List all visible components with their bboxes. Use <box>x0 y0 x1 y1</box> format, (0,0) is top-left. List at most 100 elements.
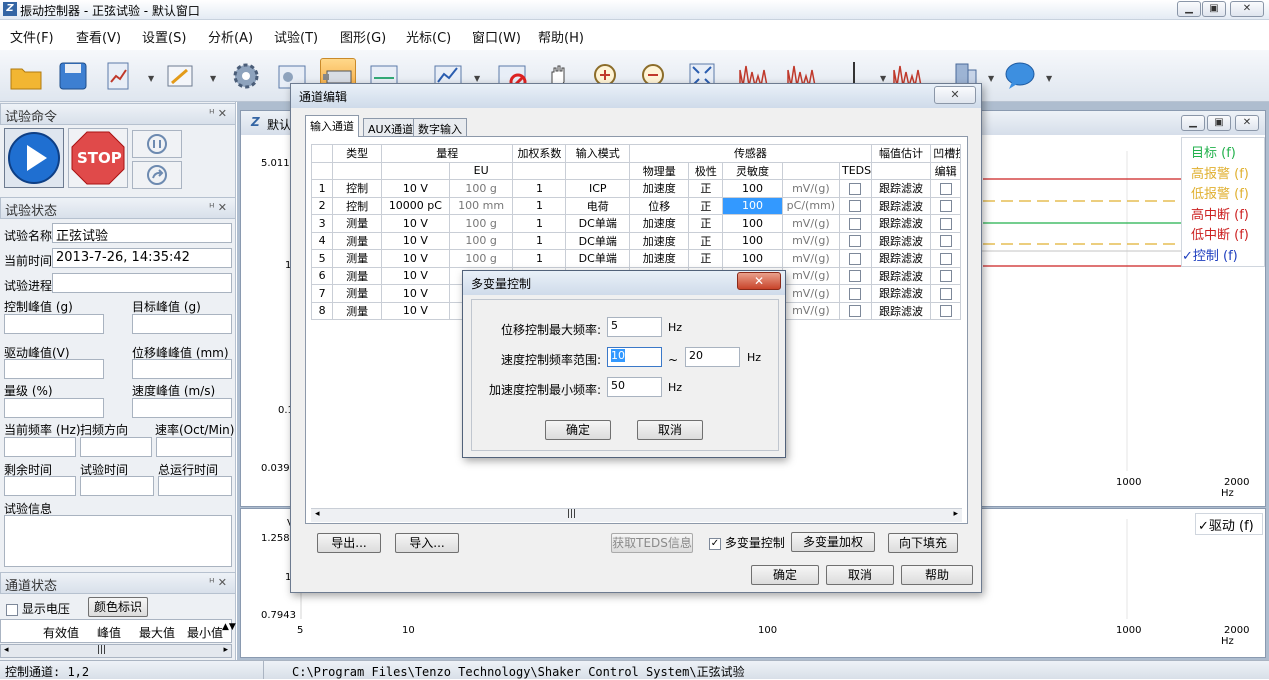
vel-from-input[interactable]: 10 <box>607 347 662 367</box>
menu-settings[interactable]: 设置(S) <box>142 27 186 46</box>
channel-cancel-button[interactable]: 取消 <box>826 565 894 585</box>
minimize-button[interactable]: ▁ <box>1177 1 1201 17</box>
checkbox[interactable] <box>939 235 952 248</box>
chevron-down-icon[interactable]: ▼ <box>210 74 216 83</box>
table-cell[interactable]: 10 V <box>380 179 450 198</box>
chevron-down-icon[interactable]: ▼ <box>880 74 886 83</box>
table-row[interactable]: 5 测量 10 V 100 g 1 DC单端 加速度正 100 mV/(g) 跟踪滤波 <box>310 249 961 268</box>
table-cell[interactable]: 100 <box>722 249 783 268</box>
legend-target[interactable]: 目标 (f) <box>1191 142 1236 161</box>
import-button[interactable]: 导入... <box>395 533 459 553</box>
table-cell[interactable]: 100 <box>722 196 783 215</box>
table-cell[interactable]: mV/(g) <box>781 284 840 303</box>
table-cell[interactable]: 2 <box>310 196 334 215</box>
table-cell[interactable]: 100 g <box>448 231 514 250</box>
chevron-down-icon[interactable]: ▼ <box>988 74 994 83</box>
teds-checkbox[interactable] <box>838 179 872 198</box>
legend-high-alarm[interactable]: 高报警 (f) <box>1191 163 1249 182</box>
scroll-arrow-icon[interactable]: ▲▼ <box>222 622 236 632</box>
table-cell[interactable]: 10 V <box>380 266 450 285</box>
table-cell[interactable]: 7 <box>310 284 334 303</box>
table-cell[interactable]: 跟踪滤波 <box>870 214 932 233</box>
table-cell[interactable]: DC单端 <box>565 231 631 250</box>
teds-checkbox[interactable] <box>930 301 961 320</box>
teds-checkbox[interactable] <box>930 284 961 303</box>
table-cell[interactable]: 100 <box>722 231 783 250</box>
table-cell[interactable]: mV/(g) <box>781 231 840 250</box>
table-cell[interactable]: 跟踪滤波 <box>870 266 932 285</box>
table-cell[interactable]: 电荷 <box>565 196 631 215</box>
table-cell[interactable]: 10000 pC <box>380 196 450 215</box>
table-cell[interactable]: 跟踪滤波 <box>870 196 932 215</box>
multivar-ok-button[interactable]: 确定 <box>545 420 611 440</box>
table-cell[interactable]: 测量 <box>332 301 382 320</box>
table-cell[interactable]: 100 g <box>448 249 514 268</box>
multivar-close-button[interactable]: ✕ <box>737 272 781 290</box>
menu-analysis[interactable]: 分析(A) <box>208 27 253 46</box>
chevron-down-icon[interactable]: ▼ <box>148 74 154 83</box>
table-cell[interactable]: 控制 <box>332 196 382 215</box>
legend-drive[interactable]: ✓驱动 (f) <box>1198 515 1254 534</box>
menu-help[interactable]: 帮助(H) <box>538 27 584 46</box>
chat-bubble-icon[interactable] <box>1002 58 1038 94</box>
table-cell[interactable]: 100 <box>722 214 783 233</box>
table-cell[interactable]: 3 <box>310 214 334 233</box>
multivar-checkbox[interactable]: ✓ 多变量控制 <box>709 534 785 551</box>
table-cell[interactable]: 加速度 <box>629 214 690 233</box>
table-cell[interactable]: mV/(g) <box>781 179 840 198</box>
table-cell[interactable]: 测量 <box>332 249 382 268</box>
checkbox[interactable] <box>849 200 862 213</box>
channel-ok-button[interactable]: 确定 <box>751 565 819 585</box>
teds-checkbox[interactable] <box>930 231 961 250</box>
channel-edit-close-button[interactable]: ✕ <box>934 86 976 104</box>
table-cell[interactable]: 加速度 <box>629 231 690 250</box>
table-cell[interactable]: 6 <box>310 266 334 285</box>
teds-checkbox[interactable] <box>838 249 872 268</box>
checkbox[interactable] <box>849 235 862 248</box>
table-cell[interactable]: 正 <box>688 249 724 268</box>
fill-down-button[interactable]: 向下填充 <box>888 533 958 553</box>
get-teds-button[interactable]: 获取TEDS信息 <box>611 533 693 553</box>
table-cell[interactable]: 100 g <box>448 214 514 233</box>
export-button[interactable]: 导出... <box>317 533 381 553</box>
pause-button[interactable] <box>132 130 182 158</box>
checkbox[interactable] <box>939 305 952 318</box>
table-cell[interactable]: 测量 <box>332 231 382 250</box>
table-cell[interactable]: mV/(g) <box>781 266 840 285</box>
menu-graph[interactable]: 图形(G) <box>340 27 386 46</box>
legend-control[interactable]: ✓控制 (f) <box>1182 245 1238 264</box>
table-cell[interactable]: 1 <box>512 214 567 233</box>
table-cell[interactable]: 跟踪滤波 <box>870 301 932 320</box>
table-cell[interactable]: 1 <box>512 196 567 215</box>
chevron-down-icon[interactable]: ▼ <box>1046 74 1052 83</box>
chevron-down-icon[interactable]: ▼ <box>474 74 480 83</box>
teds-checkbox[interactable] <box>838 266 872 285</box>
table-cell[interactable]: 1 <box>310 179 334 198</box>
tab-aux-channel[interactable]: AUX通道 <box>363 118 419 136</box>
table-cell[interactable]: 8 <box>310 301 334 320</box>
table-cell[interactable]: pC/(mm) <box>781 196 840 215</box>
report-icon[interactable] <box>102 58 138 94</box>
teds-checkbox[interactable] <box>838 284 872 303</box>
legend-low-abort[interactable]: 低中断 (f) <box>1191 224 1249 243</box>
table-row[interactable]: 2 控制 10000 pC 100 mm 1 电荷 位移正 100 pC/(mm) 跟踪滤波 <box>310 196 961 215</box>
maximize-button[interactable]: ▣ <box>1202 1 1226 17</box>
table-cell[interactable]: 1 <box>512 179 567 198</box>
color-button[interactable]: 颜色标识 <box>88 597 148 617</box>
teds-checkbox[interactable] <box>838 231 872 250</box>
checkbox[interactable] <box>939 252 952 265</box>
teds-checkbox[interactable] <box>838 214 872 233</box>
legend-low-alarm[interactable]: 低报警 (f) <box>1191 183 1249 202</box>
teds-checkbox[interactable] <box>930 266 961 285</box>
table-cell[interactable]: 测量 <box>332 214 382 233</box>
table-cell[interactable]: 10 V <box>380 284 450 303</box>
multivar-weight-button[interactable]: 多变量加权 <box>791 532 875 552</box>
checkbox[interactable] <box>849 252 862 265</box>
table-cell[interactable]: 10 V <box>380 301 450 320</box>
edit-icon[interactable] <box>162 58 198 94</box>
menu-test[interactable]: 试验(T) <box>274 27 318 46</box>
menu-view[interactable]: 查看(V) <box>76 27 121 46</box>
table-cell[interactable]: 测量 <box>332 266 382 285</box>
table-cell[interactable]: 跟踪滤波 <box>870 249 932 268</box>
channel-help-button[interactable]: 帮助 <box>901 565 973 585</box>
